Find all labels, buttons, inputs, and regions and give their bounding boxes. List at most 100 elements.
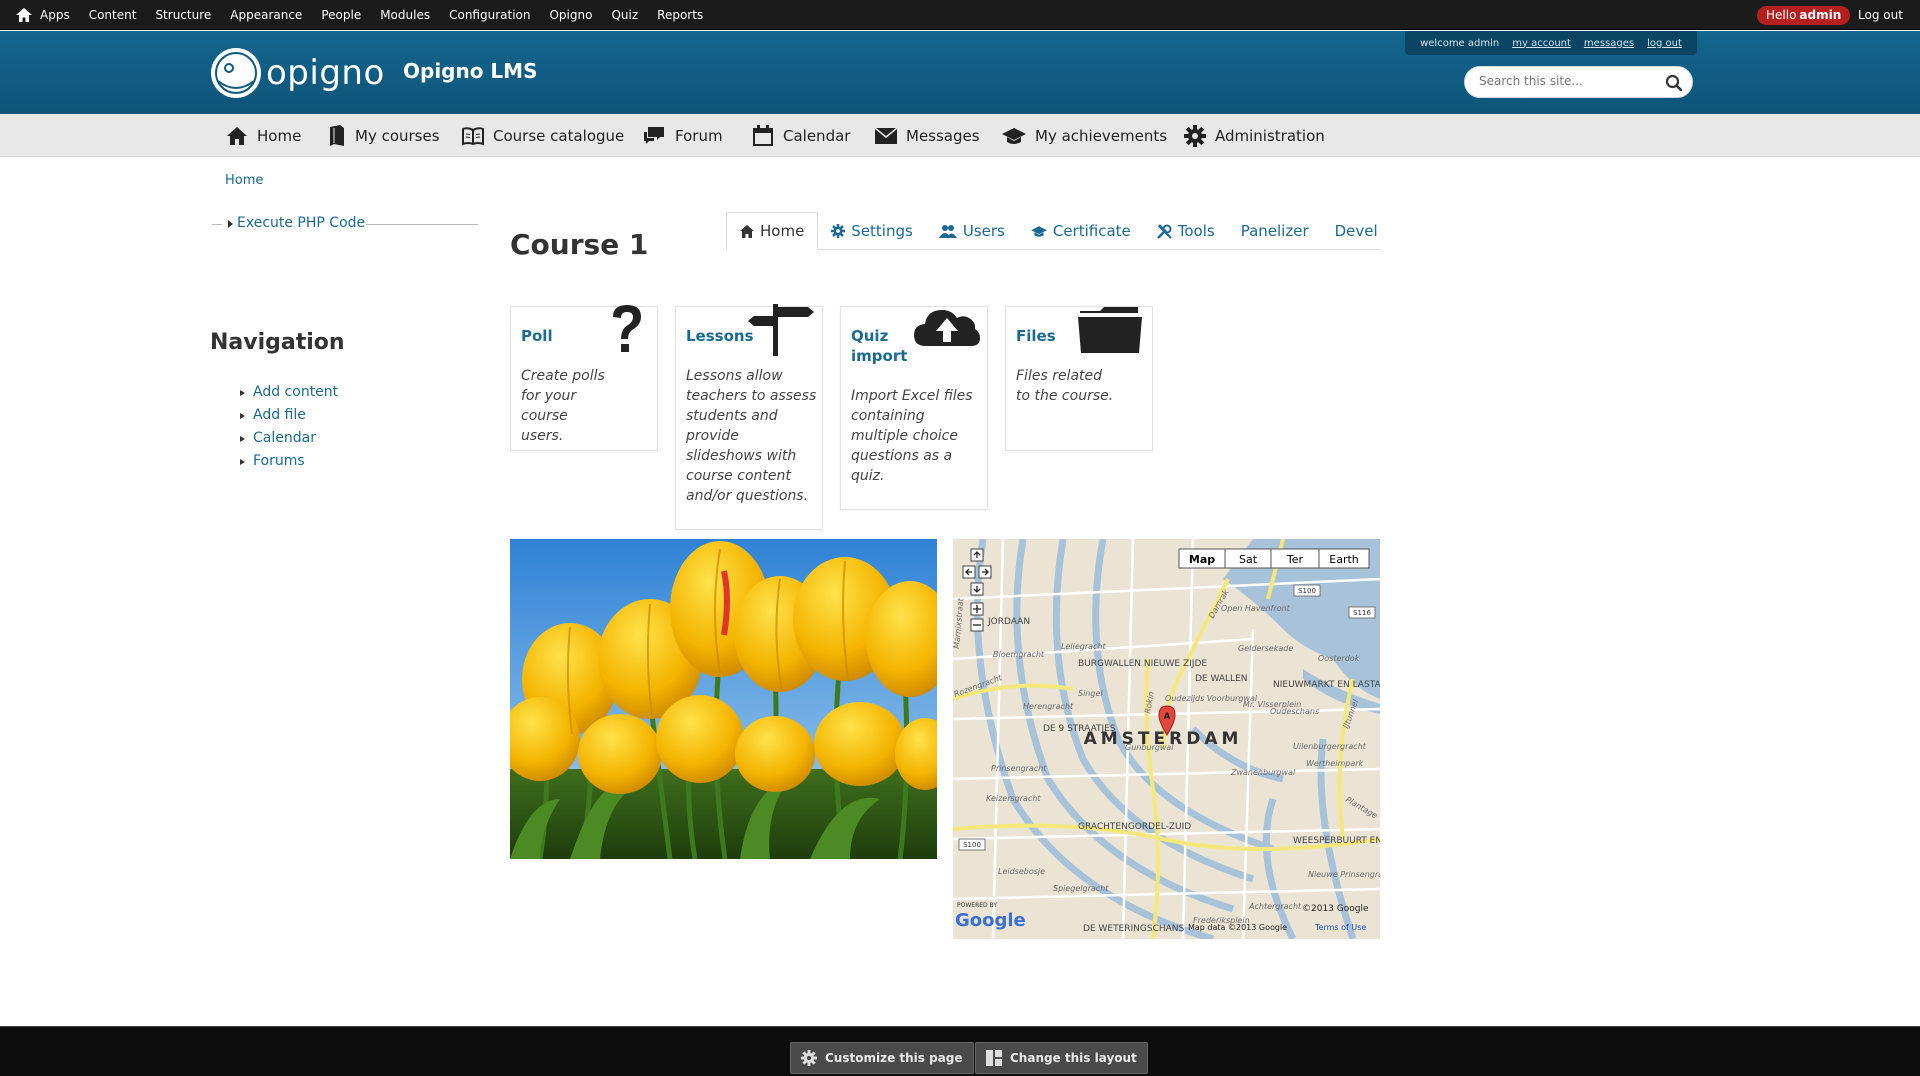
tab-users[interactable]: Users — [926, 212, 1018, 250]
site-header: opigno Opigno LMS welcome admin my accou… — [0, 31, 1920, 114]
card-quiz-import[interactable]: Quiz import Import Excel files containin… — [840, 306, 988, 510]
nav-my-courses[interactable]: My courses — [328, 114, 440, 157]
customize-page-button[interactable]: Customize this page — [790, 1042, 974, 1074]
map-street-label: Singel — [1078, 689, 1103, 698]
map-type-control[interactable]: Map Sat Ter Earth — [1178, 548, 1370, 569]
nav-link-calendar[interactable]: Calendar — [240, 430, 338, 453]
tab-certificate[interactable]: Certificate — [1018, 212, 1144, 250]
divider — [366, 224, 478, 225]
google-logo[interactable]: Google — [955, 910, 1026, 931]
execute-php-code-link[interactable]: Execute PHP Code — [237, 215, 365, 231]
card-lessons[interactable]: Lessons Lessons allow teachers to assess… — [675, 304, 823, 530]
map-terms-link[interactable]: Terms of Use — [1314, 923, 1366, 932]
change-layout-label: Change this layout — [1010, 1051, 1137, 1065]
tab-users-label: Users — [962, 222, 1005, 240]
admin-menu-opigno[interactable]: Opigno — [549, 8, 592, 22]
panels-bottom-bar: Customize this page Change this layout — [0, 1026, 1920, 1076]
nav-forum-label: Forum — [675, 126, 723, 145]
navigation-title: Navigation — [210, 330, 345, 355]
admin-menu-content[interactable]: Content — [89, 8, 137, 22]
tab-settings[interactable]: Settings — [818, 212, 926, 250]
card-poll-title[interactable]: Poll — [521, 326, 601, 346]
search-input[interactable] — [1479, 74, 1659, 88]
admin-menu-configuration[interactable]: Configuration — [449, 8, 530, 22]
book-icon — [330, 124, 344, 146]
nav-home[interactable]: Home — [226, 114, 301, 157]
map-street-label: Keizersgracht — [986, 794, 1041, 803]
calendar-icon — [753, 124, 773, 146]
admin-menu-structure[interactable]: Structure — [155, 8, 211, 22]
nav-link-forums[interactable]: Forums — [240, 453, 338, 476]
map-copyright: ©2013 Google — [1302, 904, 1369, 914]
nav-messages[interactable]: Messages — [875, 114, 980, 157]
map-street-label: Leliegracht — [1061, 642, 1106, 651]
logout-link[interactable]: Log out — [1858, 8, 1903, 22]
hello-user-badge[interactable]: Hello admin — [1757, 6, 1851, 25]
breadcrumb[interactable]: Home — [225, 173, 263, 188]
map-street-label: Geldersekade — [1238, 644, 1293, 653]
gear-icon — [1184, 124, 1206, 147]
messages-link[interactable]: messages — [1584, 38, 1634, 49]
user-links: welcome admin my account messages log ou… — [1405, 31, 1697, 55]
card-files-description: Files related to the course. — [1016, 368, 1114, 404]
site-name[interactable]: Opigno LMS — [403, 59, 537, 83]
map-type-earth[interactable]: Earth — [1329, 553, 1359, 566]
nav-my-achievements[interactable]: My achievements — [1002, 114, 1167, 157]
nav-administration[interactable]: Administration — [1184, 114, 1325, 157]
change-layout-button[interactable]: Change this layout — [975, 1042, 1148, 1074]
admin-menu-people[interactable]: People — [321, 8, 361, 22]
map-street-label: Spiegelgracht — [1053, 884, 1109, 893]
logo-text[interactable]: opigno — [266, 53, 385, 93]
map-type-map[interactable]: Map — [1189, 553, 1215, 566]
nav-link-add-content[interactable]: Add content — [240, 384, 338, 407]
map-district-label: JORDAAN — [987, 617, 1030, 627]
nav-my-courses-label: My courses — [355, 126, 440, 145]
admin-menu-appearance[interactable]: Appearance — [230, 8, 302, 22]
tab-devel[interactable]: Devel — [1322, 212, 1391, 250]
map-street-label: Wertheimpark — [1306, 759, 1364, 768]
course-tabs: Home Settings Users Certificate Tools Pa… — [726, 212, 1380, 250]
nav-home-label: Home — [257, 126, 302, 145]
tab-tools[interactable]: Tools — [1144, 212, 1228, 250]
admin-toolbar: Apps Content Structure Appearance People… — [0, 0, 1920, 30]
card-poll[interactable]: Poll Create polls for your course users. — [510, 305, 658, 451]
nav-administration-label: Administration — [1215, 126, 1325, 145]
card-files[interactable]: Files Files related to the course. — [1005, 306, 1153, 451]
tab-home[interactable]: Home — [726, 212, 819, 250]
map-type-ter[interactable]: Ter — [1286, 553, 1304, 566]
log-out-link[interactable]: log out — [1647, 38, 1682, 49]
divider — [212, 224, 222, 225]
envelope-icon — [875, 127, 897, 144]
admin-menu-apps[interactable]: Apps — [40, 8, 70, 22]
my-account-link[interactable]: my account — [1512, 38, 1571, 49]
map-city-label: AMSTERDAM — [1084, 729, 1243, 749]
nav-forum[interactable]: Forum — [642, 114, 723, 157]
search-box — [1464, 66, 1693, 98]
admin-menu-quiz[interactable]: Quiz — [611, 8, 638, 22]
chat-bubbles-icon — [644, 126, 664, 144]
map-attribution: Map data ©2013 Google — [1188, 923, 1287, 932]
nav-link-add-file[interactable]: Add file — [240, 407, 338, 430]
page-title: Course 1 — [510, 228, 649, 261]
card-quiz-import-description: Import Excel files containing multiple c… — [851, 388, 973, 484]
cloud-upload-icon — [914, 310, 980, 346]
nav-course-catalogue[interactable]: Course catalogue — [462, 114, 624, 157]
tab-home-label: Home — [760, 222, 805, 240]
tab-panelizer[interactable]: Panelizer — [1228, 212, 1322, 250]
main-navigation: Home My courses Course catalogue Forum C… — [0, 114, 1920, 157]
gear-icon — [831, 224, 846, 238]
nav-calendar[interactable]: Calendar — [752, 114, 850, 157]
google-map[interactable]: Map Sat Ter Earth JORDAAN BURGWALLEN NIE… — [953, 539, 1380, 939]
nav-messages-label: Messages — [906, 126, 980, 145]
search-icon[interactable] — [1665, 74, 1683, 92]
open-book-icon — [462, 126, 484, 145]
admin-menu-reports[interactable]: Reports — [657, 8, 703, 22]
map-district-label: BURGWALLEN NIEUWE ZIJDE — [1078, 659, 1207, 669]
map-type-sat[interactable]: Sat — [1239, 553, 1258, 566]
graduation-cap-icon — [1002, 127, 1026, 144]
map-street-label: Achtergracht — [1248, 902, 1302, 911]
admin-menu-modules[interactable]: Modules — [380, 8, 430, 22]
map-street-label: Herengracht — [1023, 702, 1074, 711]
welcome-text: welcome admin — [1420, 37, 1500, 49]
home-icon[interactable] — [14, 6, 34, 24]
